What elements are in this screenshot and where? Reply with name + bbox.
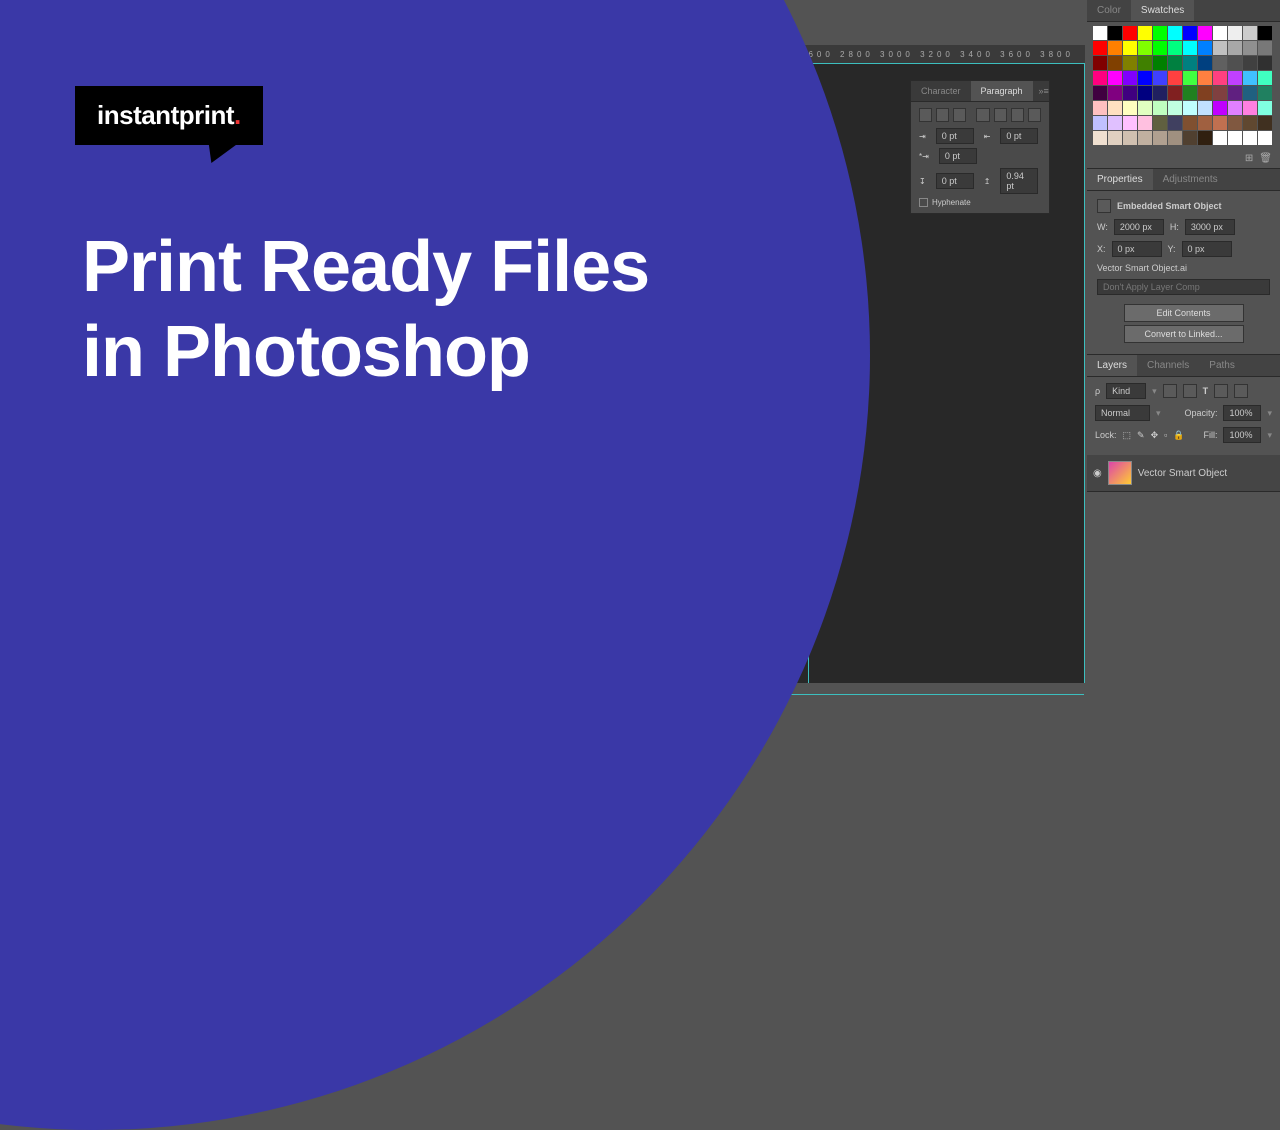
title-overlay: instantprint. Print Ready Filesin Photos… [0,0,1280,720]
headline: Print Ready Filesin Photoshop [82,225,649,395]
logo-speech-tail [201,143,238,163]
logo-stop: . [234,100,241,130]
logo: instantprint. [75,86,263,145]
logo-text: instantprint [97,100,234,130]
